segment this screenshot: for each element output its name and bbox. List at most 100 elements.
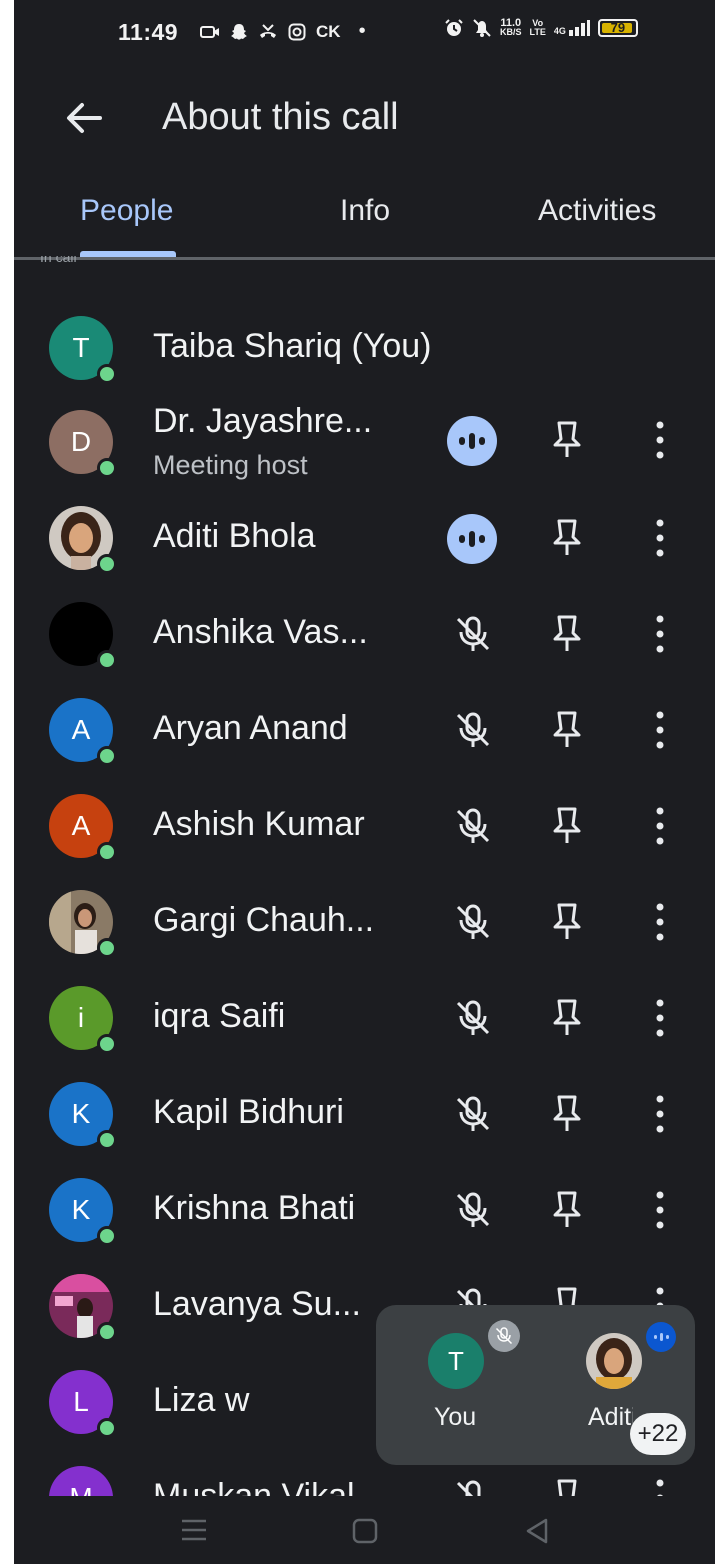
participant-role: Meeting host: [153, 450, 308, 480]
data-speed: 11.0 KB/S: [500, 18, 522, 37]
mic-off-icon: [456, 712, 490, 747]
participant-name: Aryan Anand: [153, 709, 348, 747]
mic-off-icon: [456, 1000, 490, 1035]
pin-icon[interactable]: [552, 998, 582, 1038]
app-bar: About this call: [14, 80, 715, 160]
avatar-initial: A: [71, 714, 91, 745]
participant-row[interactable]: Gargi Chauh...: [14, 874, 715, 970]
participant-row[interactable]: Anshika Vas...: [14, 586, 715, 682]
participant-name: Liza w: [153, 1381, 250, 1419]
participant-row[interactable]: i iqra Saifi: [14, 970, 715, 1066]
online-indicator: [97, 746, 117, 766]
avatar: A: [49, 794, 117, 862]
instagram-icon: [288, 23, 306, 40]
online-indicator: [97, 938, 117, 958]
avatar: K: [49, 1082, 117, 1150]
avatar: D: [49, 410, 117, 478]
avatar-initial: D: [70, 426, 92, 457]
mic-off-icon: [456, 1192, 490, 1227]
tab-activities[interactable]: Activities: [538, 194, 656, 228]
notifications-off-icon: [473, 19, 491, 37]
online-indicator: [97, 1418, 117, 1438]
recent-apps-icon[interactable]: [180, 1518, 208, 1542]
mic-off-icon: [456, 1480, 485, 1496]
pin-icon[interactable]: [552, 902, 582, 942]
participant-row[interactable]: A Aryan Anand: [14, 682, 715, 778]
pin-icon[interactable]: [552, 710, 582, 750]
system-icons: 11.0 KB/S Vo LTE 4G 79: [444, 18, 638, 38]
participant-name: Taiba Shariq (You): [153, 327, 432, 365]
mic-off-icon: [456, 616, 490, 651]
online-indicator: [97, 1034, 117, 1054]
online-indicator: [97, 364, 117, 384]
more-participants-badge[interactable]: +22: [630, 1413, 686, 1455]
pin-icon[interactable]: [552, 518, 582, 558]
back-arrow-icon[interactable]: [62, 96, 106, 140]
participant-row[interactable]: Aditi Bhola: [14, 490, 715, 586]
participant-name: iqra Saifi: [153, 997, 286, 1035]
avatar: [49, 506, 117, 574]
avatar-initial: K: [71, 1194, 91, 1225]
more-options-icon[interactable]: [654, 806, 666, 846]
participant-row[interactable]: K Kapil Bidhuri: [14, 1066, 715, 1162]
home-icon[interactable]: [352, 1518, 378, 1544]
network-type: 4G: [553, 26, 566, 36]
participant-row[interactable]: T Taiba Shariq (You): [14, 300, 715, 396]
pin-icon[interactable]: [552, 1190, 582, 1230]
page-title: About this call: [162, 96, 399, 138]
status-time: 11:49: [118, 19, 179, 45]
tab-info[interactable]: Info: [340, 194, 390, 228]
pin-icon[interactable]: [552, 1478, 582, 1496]
speed-unit: KB/S: [500, 27, 522, 37]
avatar-initial: M: [69, 1482, 92, 1496]
participant-row[interactable]: D Dr. Jayashre... Meeting host: [14, 394, 715, 490]
more-options-icon[interactable]: [654, 710, 666, 750]
participant-row[interactable]: K Krishna Bhati: [14, 1162, 715, 1258]
participant-name: Gargi Chauh...: [153, 901, 375, 939]
mic-off-icon: [456, 904, 490, 939]
signal-bars-icon: [568, 20, 590, 36]
participant-name: Krishna Bhati: [153, 1189, 356, 1227]
tab-bar: People Info Activities: [14, 180, 715, 260]
participant-name: Dr. Jayashre...: [153, 402, 373, 440]
avatar: K: [49, 1178, 117, 1246]
avatar-initial: L: [73, 1386, 89, 1417]
online-indicator: [97, 650, 117, 670]
more-options-icon[interactable]: [654, 902, 666, 942]
pin-icon[interactable]: [552, 614, 582, 654]
avatar: A: [49, 698, 117, 766]
picture-in-picture-window[interactable]: T You Aditi +22: [376, 1305, 695, 1465]
more-options-icon[interactable]: [654, 1478, 666, 1496]
pin-icon[interactable]: [552, 420, 582, 460]
avatar: [49, 1274, 117, 1342]
tab-people[interactable]: People: [80, 194, 173, 228]
status-bar: 11:49 CK • 11.0 KB/S Vo LTE 4G 79: [14, 0, 715, 64]
pin-icon[interactable]: [552, 806, 582, 846]
avatar: T: [49, 316, 117, 384]
avatar: [49, 602, 117, 670]
avatar-initial: T: [72, 332, 90, 363]
pin-icon[interactable]: [552, 1094, 582, 1134]
online-indicator: [97, 1130, 117, 1150]
more-options-icon[interactable]: [654, 1094, 666, 1134]
more-options-icon[interactable]: [654, 1190, 666, 1230]
participant-name: Anshika Vas...: [153, 613, 368, 651]
more-options-icon[interactable]: [654, 420, 666, 460]
online-indicator: [97, 1226, 117, 1246]
more-options-icon[interactable]: [654, 518, 666, 558]
profile-photo: [586, 1333, 642, 1389]
battery-icon: 79: [597, 19, 638, 37]
section-header-clipped: In call: [40, 256, 77, 265]
avatar-initial: A: [71, 810, 91, 841]
more-options-icon[interactable]: [654, 998, 666, 1038]
participant-row[interactable]: A Ashish Kumar: [14, 778, 715, 874]
avatar: M: [49, 1466, 113, 1496]
ck-app-icon: CK: [316, 21, 341, 41]
muted-badge-icon: [488, 1320, 520, 1352]
online-indicator: [97, 1322, 117, 1342]
participant-name: Lavanya Su...: [153, 1285, 361, 1323]
pip-other-avatar: [586, 1333, 642, 1389]
more-options-icon[interactable]: [654, 614, 666, 654]
participant-name: Aditi Bhola: [153, 517, 316, 555]
back-nav-icon[interactable]: [524, 1518, 550, 1544]
